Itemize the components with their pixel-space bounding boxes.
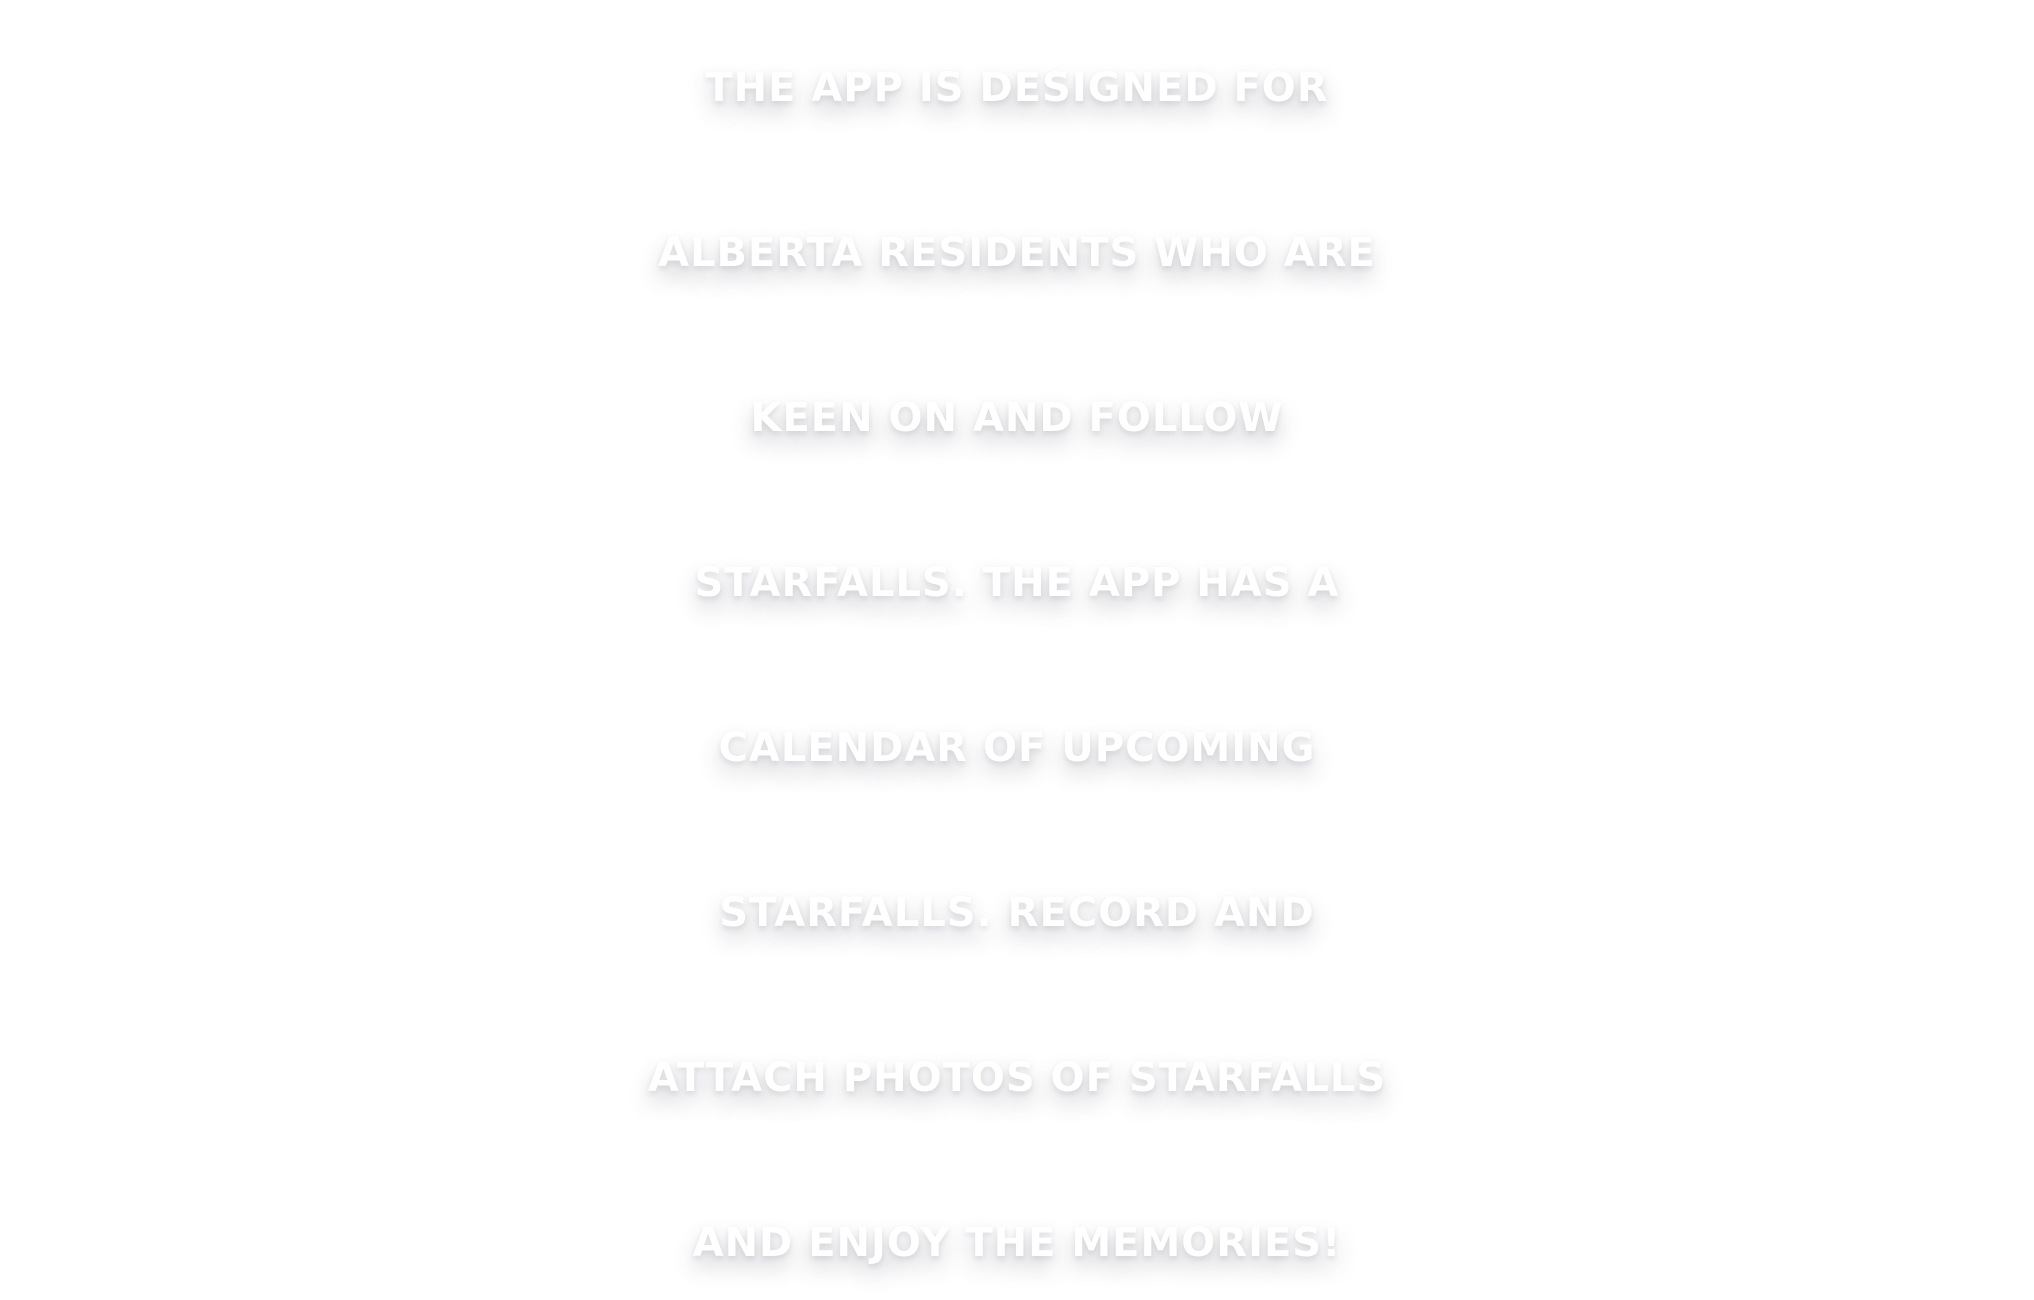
headline-line-7: ATTACH PHOTOS OF STARFALLS <box>647 1055 1387 1101</box>
headline-line-3: KEEN ON AND FOLLOW <box>750 395 1284 441</box>
headline-line-4: STARFALLS. THE APP HAS A <box>694 560 1340 606</box>
headline-line-5: CALENDAR OF UPCOMING <box>718 725 1316 771</box>
headline-line-6: STARFALLS. RECORD AND <box>719 890 1315 936</box>
app-description-heading: THE APP IS DESIGNED FOR ALBERTA RESIDENT… <box>0 6 2034 1300</box>
headline-line-2: ALBERTA RESIDENTS WHO ARE <box>658 230 1376 276</box>
headline-line-8: AND ENJOY THE MEMORIES! <box>692 1220 1342 1266</box>
headline-line-1: THE APP IS DESIGNED FOR <box>705 65 1329 111</box>
page-canvas: THE APP IS DESIGNED FOR ALBERTA RESIDENT… <box>0 0 2034 1300</box>
